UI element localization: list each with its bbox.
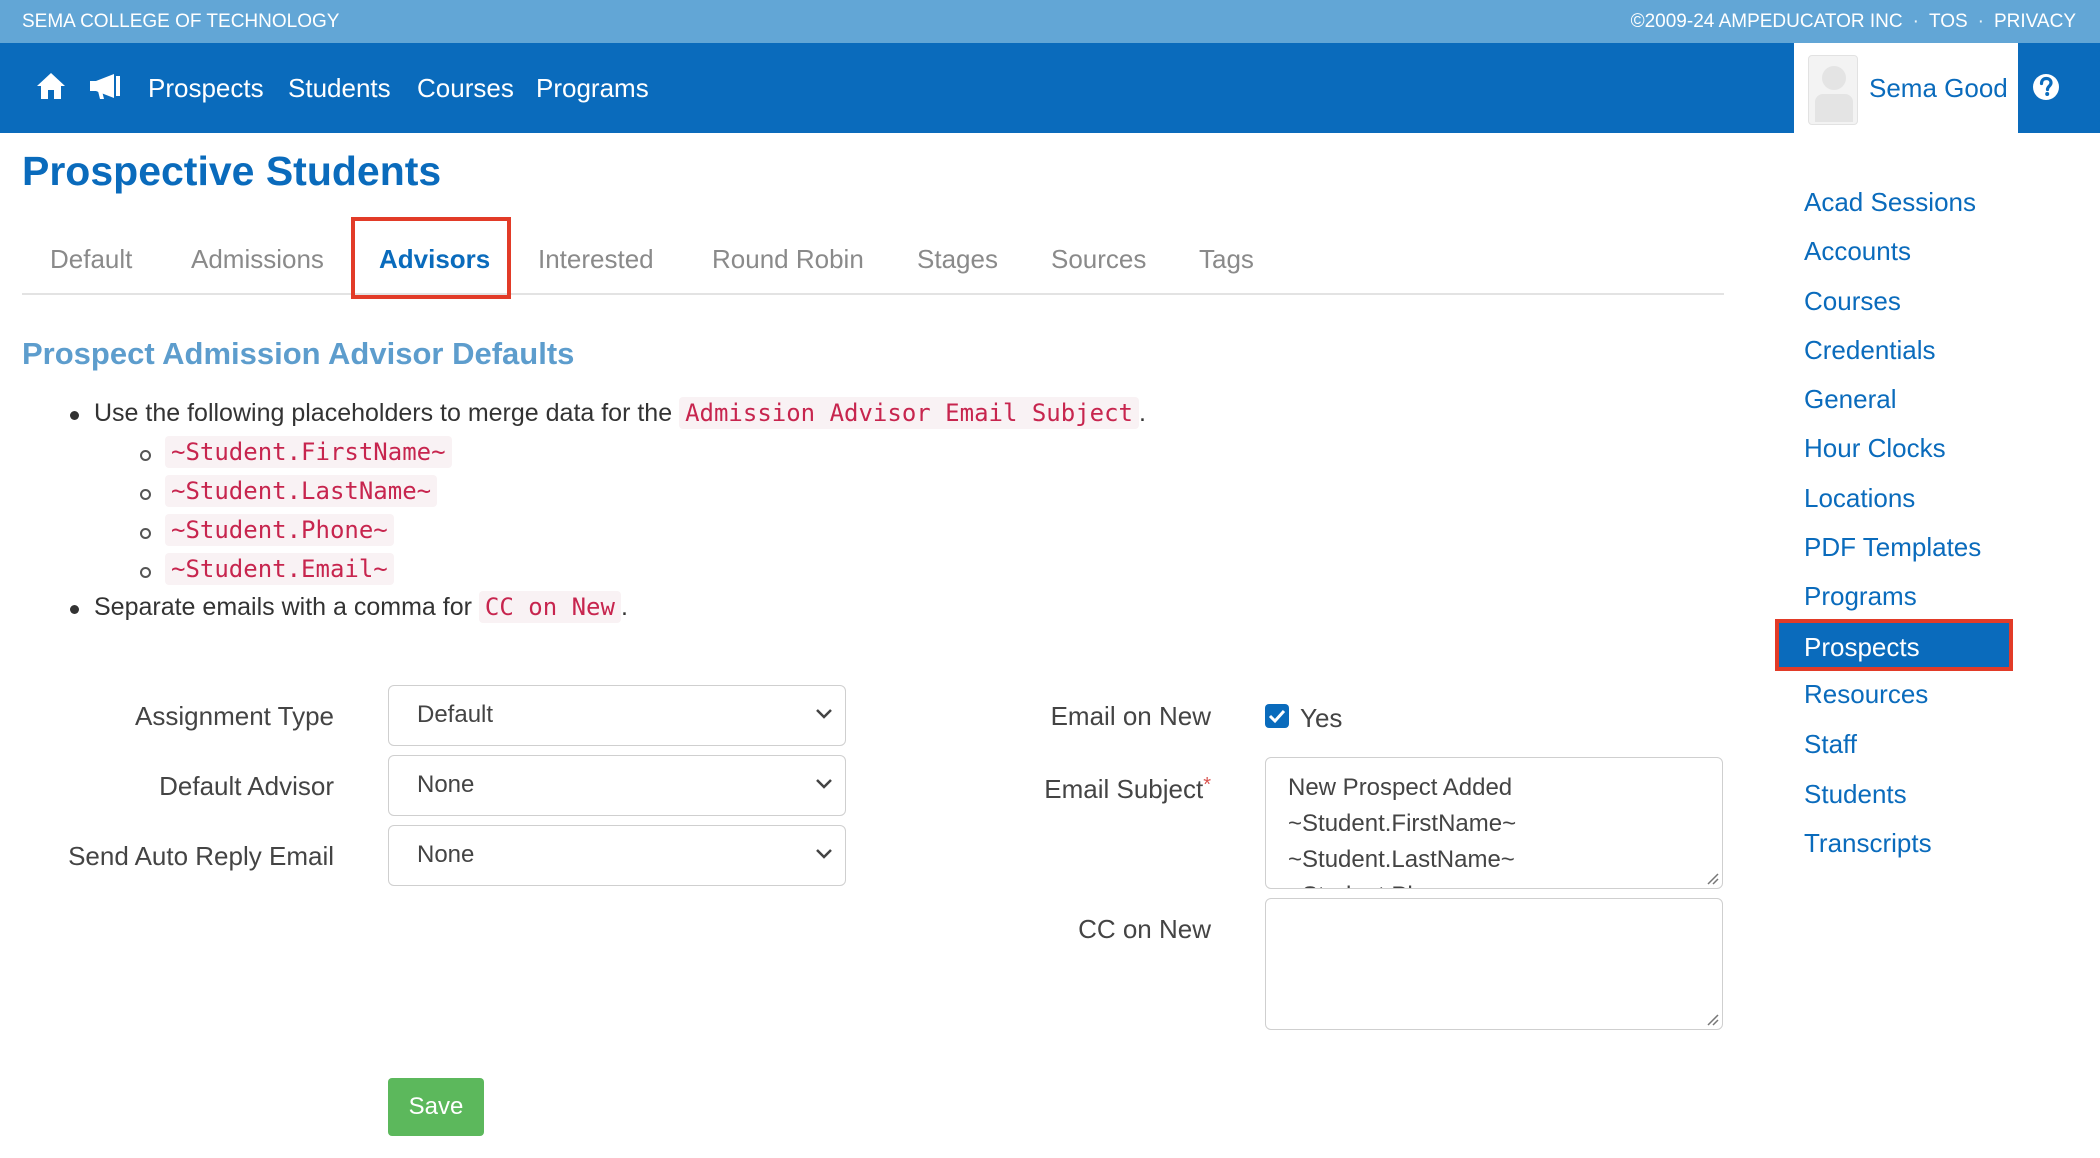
instruction-period: .: [1139, 398, 1146, 427]
tab-stages[interactable]: Stages: [917, 244, 998, 275]
default-advisor-label: Default Advisor: [159, 771, 334, 801]
default-advisor-value: None: [417, 771, 475, 798]
assignment-type-select[interactable]: Default: [388, 685, 846, 746]
auto-reply-label: Send Auto Reply Email: [68, 841, 334, 871]
sidebar-item-hour-clocks[interactable]: Hour Clocks: [1804, 433, 1946, 464]
active-tab-highlight: [351, 217, 511, 299]
tab-tags[interactable]: Tags: [1199, 244, 1254, 275]
email-subject-line: New Prospect Added: [1288, 774, 1513, 801]
nav-students[interactable]: Students: [288, 73, 391, 104]
default-advisor-select[interactable]: None: [388, 755, 846, 816]
email-subject-textarea[interactable]: New Prospect Added ~Student.FirstName~ ~…: [1265, 757, 1723, 889]
check-icon: [1268, 709, 1286, 724]
instruction-text: Use the following placeholders to merge …: [94, 398, 673, 427]
list-item: ~Student.FirstName~: [165, 436, 452, 468]
chevron-down-icon: [816, 709, 832, 719]
email-on-new-checkbox[interactable]: [1265, 704, 1289, 728]
megaphone-icon[interactable]: [88, 71, 122, 101]
list-item: ~Student.LastName~: [165, 475, 438, 507]
email-on-new-option-label: Yes: [1300, 703, 1343, 733]
top-bar: SEMA COLLEGE OF TECHNOLOGY ©2009-24 AMPE…: [0, 0, 2100, 43]
sidebar-item-accounts[interactable]: Accounts: [1804, 236, 1911, 267]
nav-prospects[interactable]: Prospects: [148, 73, 264, 104]
nav-programs[interactable]: Programs: [536, 73, 649, 104]
school-name: SEMA COLLEGE OF TECHNOLOGY: [22, 10, 340, 32]
list-item: ~Student.Phone~: [165, 514, 394, 546]
copyright-text: ©2009-24 AMPEDUCATOR INC: [1630, 10, 1903, 32]
code-cc-on-new: CC on New: [478, 591, 621, 623]
avatar: [1808, 55, 1858, 125]
sidebar-item-students[interactable]: Students: [1804, 779, 1907, 810]
sidebar-item-transcripts[interactable]: Transcripts: [1804, 828, 1932, 859]
sidebar-item-prospects[interactable]: Prospects: [1775, 619, 2013, 671]
auto-reply-select[interactable]: None: [388, 825, 846, 886]
tab-bar: Default Admissions Advisors Interested R…: [22, 222, 1724, 295]
auto-reply-value: None: [417, 841, 475, 868]
email-subject-line: ~Student.LastName~: [1288, 846, 1515, 873]
code-admission-advisor-email-subject: Admission Advisor Email Subject: [679, 397, 1140, 429]
required-mark: *: [1203, 774, 1211, 796]
assignment-type-label: Assignment Type: [135, 701, 334, 731]
section-title: Prospect Admission Advisor Defaults: [22, 336, 575, 371]
bullet-dot: [70, 411, 79, 420]
cc-on-new-label: CC on New: [1078, 914, 1211, 944]
main-navbar: Prospects Students Courses Programs Sema…: [0, 43, 2100, 133]
resize-handle-icon[interactable]: [1705, 1012, 1719, 1026]
code-placeholder: ~Student.LastName~: [165, 475, 438, 507]
sidebar-item-credentials[interactable]: Credentials: [1804, 335, 1936, 366]
list-item: ~Student.Email~: [165, 553, 394, 585]
sidebar-item-resources[interactable]: Resources: [1804, 679, 1928, 710]
chevron-down-icon: [816, 849, 832, 859]
tab-sources[interactable]: Sources: [1051, 244, 1146, 275]
email-subject-line: ~Student.FirstName~: [1288, 810, 1517, 837]
email-subject-line: ~Student.Phone~: [1288, 878, 1700, 888]
email-subject-label-text: Email Subject: [1044, 774, 1204, 804]
code-placeholder: ~Student.Email~: [165, 553, 394, 585]
cc-on-new-textarea[interactable]: [1265, 898, 1723, 1030]
save-button[interactable]: Save: [388, 1078, 484, 1136]
tab-default[interactable]: Default: [50, 244, 132, 275]
sidebar-item-general[interactable]: General: [1804, 384, 1897, 415]
top-bar-links: ©2009-24 AMPEDUCATOR INC · TOS · PRIVACY: [1631, 11, 2076, 33]
tab-admissions[interactable]: Admissions: [191, 244, 324, 275]
instruction-text: Separate emails with a comma for: [94, 592, 472, 621]
tos-link[interactable]: TOS: [1929, 11, 1968, 33]
code-placeholder: ~Student.FirstName~: [165, 436, 452, 468]
bullet-dot: [70, 605, 79, 614]
page-title: Prospective Students: [22, 148, 442, 194]
bullet-circle: [140, 489, 151, 500]
privacy-link[interactable]: PRIVACY: [1994, 11, 2076, 33]
chevron-down-icon: [816, 779, 832, 789]
tab-round-robin[interactable]: Round Robin: [712, 244, 864, 275]
home-icon[interactable]: [36, 71, 66, 101]
sidebar-item-courses[interactable]: Courses: [1804, 286, 1901, 317]
sidebar-item-label: Prospects: [1804, 632, 1920, 662]
code-placeholder: ~Student.Phone~: [165, 514, 394, 546]
instruction-period: .: [620, 592, 628, 621]
bullet-circle: [140, 567, 151, 578]
sidebar-item-programs[interactable]: Programs: [1804, 581, 1917, 612]
sidebar-item-locations[interactable]: Locations: [1804, 483, 1915, 514]
user-name: Sema Good: [1869, 73, 2008, 103]
email-subject-label: Email Subject*: [1044, 774, 1211, 805]
separator-dot: ·: [1977, 10, 1984, 32]
assignment-type-value: Default: [417, 701, 494, 728]
sidebar-item-pdf-templates[interactable]: PDF Templates: [1804, 532, 1981, 563]
question-circle-icon[interactable]: [2030, 71, 2062, 103]
sidebar-item-staff[interactable]: Staff: [1804, 729, 1857, 760]
tab-interested[interactable]: Interested: [538, 244, 654, 275]
instruction-line-1: Use the following placeholders to merge …: [94, 397, 1146, 429]
nav-courses[interactable]: Courses: [417, 73, 514, 104]
instruction-line-2: Separate emails with a comma for CC on N…: [94, 591, 628, 623]
user-menu[interactable]: Sema Good: [1794, 43, 2018, 133]
email-on-new-label: Email on New: [1050, 701, 1211, 731]
sidebar-item-acad-sessions[interactable]: Acad Sessions: [1804, 187, 1976, 218]
separator-dot: ·: [1912, 10, 1919, 32]
resize-handle-icon[interactable]: [1705, 871, 1719, 885]
bullet-circle: [140, 528, 151, 539]
bullet-circle: [140, 450, 151, 461]
